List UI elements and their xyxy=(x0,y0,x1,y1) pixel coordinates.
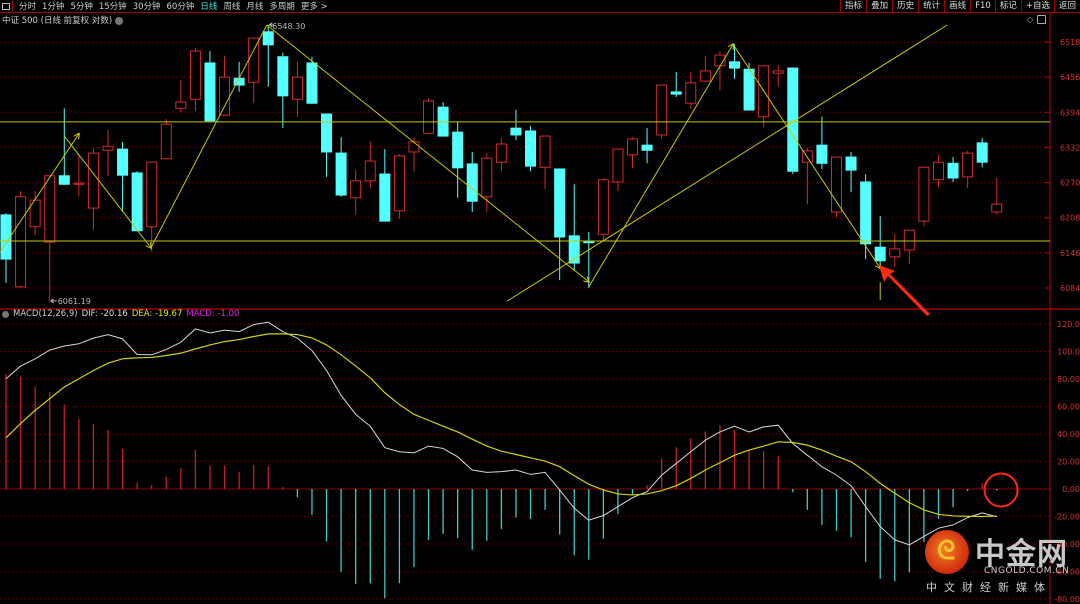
red-circle-annotation xyxy=(983,472,1019,508)
candle-up xyxy=(160,123,172,160)
price-axis-label: 6394 xyxy=(1060,108,1080,117)
candle-up xyxy=(102,145,114,151)
candle-down xyxy=(845,156,857,171)
price-axis-label: 6146 xyxy=(1060,249,1080,258)
candle-up xyxy=(699,70,711,82)
candle-down xyxy=(466,163,478,202)
candle-up xyxy=(903,229,915,251)
macd-group xyxy=(5,321,998,599)
price-axis-label: 6208 xyxy=(1060,214,1080,223)
candle-down xyxy=(641,144,653,151)
candle-down xyxy=(947,162,959,179)
settings-dot-icon[interactable] xyxy=(2,310,9,318)
trendline xyxy=(588,44,733,288)
price-axis-label: 6084 xyxy=(1060,284,1080,293)
macd-axis-label: 20.00 xyxy=(1057,458,1080,467)
candle-down xyxy=(131,172,143,232)
candle-down xyxy=(554,168,566,238)
logo-url: CNGOLD.COM.CN xyxy=(984,566,1070,576)
candle-up xyxy=(219,76,231,116)
candle-down xyxy=(58,175,70,185)
logo-slogan: 中文财经新媒体 xyxy=(926,581,1052,594)
candle-down xyxy=(583,241,595,244)
price-axis-label: 6456 xyxy=(1060,73,1080,82)
candle-down xyxy=(816,144,828,164)
cngold-logo: ᘓ 中金网 CNGOLD.COM.CN 中文财经新媒体 xyxy=(922,527,1080,604)
candle-up xyxy=(918,166,930,222)
price-axis-label: 6270 xyxy=(1060,179,1080,188)
candle-up xyxy=(44,175,56,243)
candle-up xyxy=(627,138,639,156)
macd-axis-label: 100.0 xyxy=(1057,348,1080,357)
macd-axis-label: 80.00 xyxy=(1057,375,1080,384)
candle-up xyxy=(87,152,99,209)
macd-axis-label: 120.0 xyxy=(1057,320,1080,329)
price-axis-label: 6332 xyxy=(1060,143,1080,152)
macd-axis-label: 40.00 xyxy=(1057,430,1080,439)
macd-value: MACD: -1.00 xyxy=(186,309,240,319)
macd-dif: DIF: -20.16 xyxy=(81,309,128,319)
candle-down xyxy=(525,130,537,167)
candle-up xyxy=(991,203,1003,213)
candle-up xyxy=(393,155,405,212)
price-axis-label: 6518 xyxy=(1060,38,1080,47)
candle-up xyxy=(350,180,362,199)
candle-down xyxy=(976,142,988,163)
trendline xyxy=(732,43,880,268)
candle-up xyxy=(656,84,668,136)
candle-down xyxy=(743,68,755,111)
candle-up xyxy=(495,143,507,163)
candle-down xyxy=(860,181,872,245)
macd-name: MACD(12,26,9) xyxy=(13,309,78,319)
candle-down xyxy=(262,31,274,46)
candle-down xyxy=(874,246,886,262)
candle-up xyxy=(291,76,303,100)
candle-up xyxy=(932,161,944,181)
candle-up xyxy=(364,160,376,182)
candle-up xyxy=(539,135,551,168)
candle-up xyxy=(481,157,493,198)
candle-up xyxy=(189,50,201,100)
candle-up xyxy=(423,100,435,134)
candle-down xyxy=(510,127,522,136)
candle-down xyxy=(321,113,333,153)
candle-down xyxy=(670,91,682,95)
candle-up xyxy=(962,152,974,178)
macd-axis-label: 60.00 xyxy=(1057,403,1080,412)
chart-canvas[interactable]: 6518 6456 6394 6332 6270 6208 6146 6084 120.0 100… xyxy=(0,0,1080,604)
candle-up xyxy=(146,161,158,228)
candle-down xyxy=(335,152,347,196)
candle-up xyxy=(830,156,842,213)
candle-down xyxy=(452,131,464,169)
arrow-left-icon xyxy=(50,298,57,304)
low-price-label: 6061.19 xyxy=(58,297,91,306)
macd-legend: MACD(12,26,9) DIF: -20.16 DEA: -19.67 MA… xyxy=(2,309,239,319)
candle-down xyxy=(379,173,391,222)
trendline xyxy=(0,134,79,253)
candle-up xyxy=(597,179,609,235)
logo-emblem-icon: ᘓ xyxy=(925,530,969,574)
candle-down xyxy=(204,62,216,122)
candle-down xyxy=(729,61,740,69)
candle-up xyxy=(889,248,901,258)
candle-up xyxy=(408,141,420,153)
high-price-label: 6548.30 xyxy=(272,22,305,31)
candle-down xyxy=(306,62,318,104)
candle-up xyxy=(15,196,27,288)
macd-dea: DEA: -19.67 xyxy=(131,309,183,319)
candle-down xyxy=(277,56,289,97)
macd-axis-label: 0.00 xyxy=(1062,485,1080,494)
candle-up xyxy=(248,37,260,83)
macd-axis-label: -20.00 xyxy=(1054,513,1080,522)
candle-up xyxy=(612,148,624,183)
candle-up xyxy=(772,70,784,74)
candles-group xyxy=(0,24,1050,302)
candle-up xyxy=(685,82,697,104)
candle-up xyxy=(175,101,187,109)
candle-down xyxy=(117,148,129,176)
candle-up xyxy=(73,182,85,185)
